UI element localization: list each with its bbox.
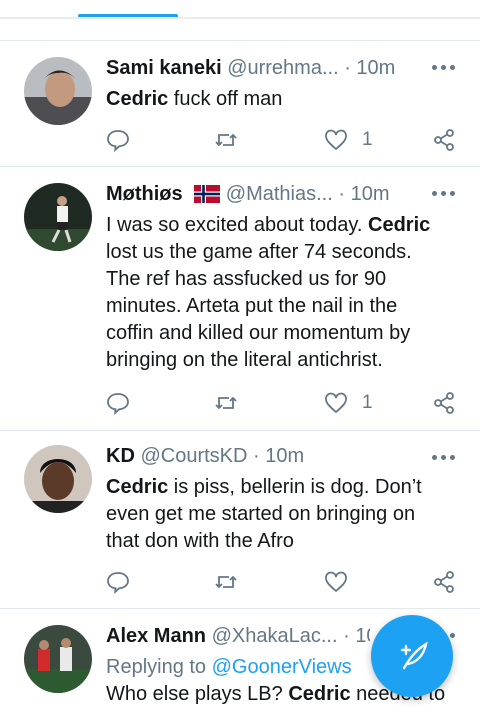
top-tab-bar (0, 0, 480, 41)
like-count: 1 (362, 392, 373, 413)
retweet-icon (215, 575, 237, 589)
like-button[interactable] (324, 568, 348, 596)
reply-icon (107, 572, 129, 594)
mention-bold: Cedric (288, 683, 351, 705)
tweet-text: Cedric fuck off man (106, 86, 456, 113)
retweet-button[interactable] (214, 568, 238, 596)
tweet-text-line: even get me started on bringing on (106, 503, 416, 525)
replying-to-link[interactable]: @GoonerViews (212, 656, 352, 678)
timestamp[interactable]: 10m (351, 183, 390, 205)
handle[interactable]: @Mathias... (226, 183, 333, 205)
mention-bold: Cedric (368, 214, 431, 236)
heart-icon (325, 392, 347, 414)
reply-button[interactable] (106, 568, 130, 596)
tweet-text-line: that don with the Afro (106, 530, 294, 552)
tweet-text-line: The ref has assfucked us for 90 (106, 268, 387, 290)
tweet-text: Cedric is piss, bellerin is dog. Don’t e… (106, 474, 456, 555)
tweet-text-line: minutes. Arteta put the nail in the (106, 295, 398, 317)
share-button[interactable] (432, 389, 456, 417)
tweet-header: Møthiøs @Mathias... · 10m (106, 183, 460, 211)
tweet-text-line: bringing on the literal antichrist. (106, 349, 383, 371)
separator-dot: · (247, 445, 266, 467)
handle[interactable]: @urrehma... (227, 57, 338, 79)
tweet-header: Alex Mann @XhakaLac... · 10m (106, 625, 370, 653)
tweet-header: KD @CourtsKD · 10m (106, 445, 460, 473)
display-name[interactable]: Møthiøs (106, 183, 183, 205)
tweet-text-segment: fuck off man (168, 88, 283, 110)
handle[interactable]: @XhakaLac... (212, 625, 338, 647)
avatar[interactable] (24, 183, 92, 251)
like-count: 1 (362, 129, 373, 150)
norway-flag-icon (194, 185, 221, 203)
share-button[interactable] (432, 126, 456, 154)
more-icon[interactable] (432, 65, 456, 71)
retweet-button[interactable] (214, 126, 238, 154)
mention-bold: Cedric (106, 88, 169, 110)
avatar[interactable] (24, 57, 92, 125)
retweet-button[interactable] (214, 389, 238, 417)
heart-icon (325, 129, 347, 151)
tab-bar-divider (0, 17, 480, 19)
tweet-text: I was so excited about today. Cedric los… (106, 212, 456, 374)
timestamp[interactable]: 10m (355, 625, 370, 647)
tweet-header: Sami kaneki @urrehma... · 10m (106, 57, 460, 85)
timestamp[interactable]: 10m (356, 57, 395, 79)
share-icon (434, 392, 454, 414)
compose-icon (400, 641, 428, 670)
more-icon[interactable] (432, 455, 456, 461)
more-icon[interactable] (432, 191, 456, 197)
tweet-text-line: lost us the game after 74 seconds. (106, 241, 412, 263)
tweet-text-line: is piss, bellerin is dog. Don’t (168, 476, 422, 498)
share-button[interactable] (432, 568, 456, 596)
tweet[interactable]: Sami kaneki @urrehma... · 10m Cedric fuc… (0, 41, 480, 167)
share-icon (434, 571, 454, 593)
tweet-actions (106, 568, 458, 596)
timestamp[interactable]: 10m (265, 445, 304, 467)
avatar[interactable] (24, 445, 92, 513)
tweet-text-line: I was so excited about today. (106, 214, 369, 236)
display-name[interactable]: Alex Mann (106, 625, 206, 647)
display-name[interactable]: KD (106, 445, 135, 467)
tweet[interactable]: KD @CourtsKD · 10m Cedric is piss, belle… (0, 431, 480, 609)
share-icon (434, 129, 454, 151)
heart-icon (325, 571, 347, 593)
separator-dot: · (337, 625, 356, 647)
tweet-actions: 1 (106, 126, 458, 154)
display-name[interactable]: Sami kaneki (106, 57, 222, 79)
like-button[interactable]: 1 (324, 126, 373, 154)
compose-tweet-button[interactable] (371, 615, 453, 697)
retweet-icon (215, 133, 237, 147)
tweet[interactable]: Møthiøs @Mathias... · 10m I was so excit… (0, 167, 480, 431)
separator-dot: · (338, 57, 357, 79)
replying-label: Replying to (106, 656, 212, 678)
like-button[interactable]: 1 (324, 389, 373, 417)
reply-button[interactable] (106, 126, 130, 154)
handle[interactable]: @CourtsKD (140, 445, 247, 467)
retweet-icon (215, 396, 237, 410)
reply-icon (107, 393, 129, 415)
separator-dot: · (332, 183, 351, 205)
mention-bold: Cedric (106, 476, 169, 498)
avatar[interactable] (24, 625, 92, 693)
tweet-text-line: Who else plays LB? (106, 683, 289, 705)
tweet-text-line: coffin and killed our momentum by (106, 322, 411, 344)
reply-button[interactable] (106, 389, 130, 417)
tweet-actions: 1 (106, 389, 458, 417)
reply-icon (107, 130, 129, 152)
